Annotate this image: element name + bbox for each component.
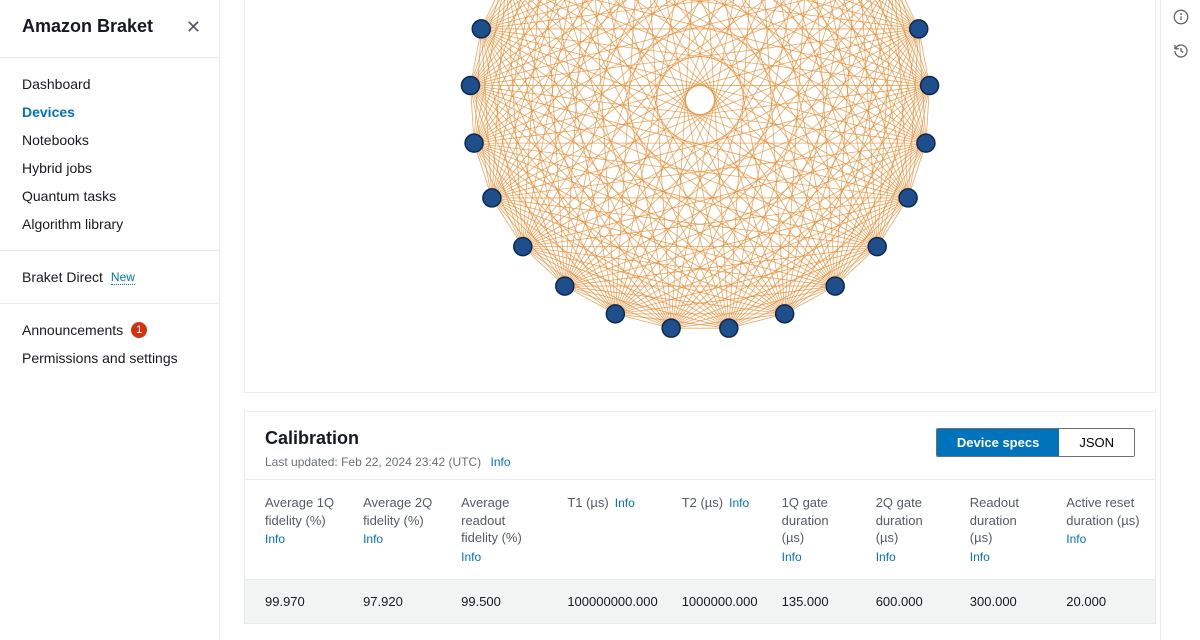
qubit-node[interactable] (868, 238, 886, 256)
qubit-node[interactable] (917, 134, 935, 152)
info-link[interactable]: Info (363, 531, 437, 547)
info-link[interactable]: Info (729, 496, 749, 510)
table-cell: 1000000.000 (670, 580, 770, 624)
table-header: Average 2Q fidelity (%) Info (351, 480, 449, 580)
main-content: Calibration Last updated: Feb 22, 2024 2… (220, 0, 1160, 640)
qubit-node[interactable] (776, 305, 794, 323)
sidebar-item-devices[interactable]: Devices (0, 98, 219, 126)
qubit-node[interactable] (465, 134, 483, 152)
sidebar-item-algorithm-library[interactable]: Algorithm library (0, 210, 219, 238)
sidebar-item-braket-direct[interactable]: Braket Direct New (0, 263, 219, 291)
view-toggle: Device specs JSON (936, 428, 1135, 457)
table-header-label: Average 1Q fidelity (%) (265, 495, 334, 528)
table-header-label: 1Q gate duration (µs) (782, 495, 829, 545)
new-badge: New (111, 270, 135, 285)
table-header-label: T2 (µs) (682, 495, 723, 510)
qubit-node[interactable] (826, 277, 844, 295)
table-header: T2 (µs) Info (670, 480, 770, 580)
nav-main: Dashboard Devices Notebooks Hybrid jobs … (0, 66, 219, 242)
table-row: 99.97097.92099.500100000000.0001000000.0… (245, 580, 1155, 624)
info-link[interactable]: Info (782, 549, 852, 565)
sidebar-item-label: Notebooks (22, 132, 89, 148)
table-header: T1 (µs) Info (555, 480, 669, 580)
calibration-table: Average 1Q fidelity (%)InfoAverage 2Q fi… (245, 479, 1155, 623)
qubit-node[interactable] (910, 20, 928, 38)
table-cell: 20.000 (1054, 580, 1155, 624)
toggle-device-specs[interactable]: Device specs (937, 429, 1059, 456)
sidebar-item-permissions[interactable]: Permissions and settings (0, 344, 219, 372)
sidebar-item-announcements[interactable]: Announcements 1 (0, 316, 219, 344)
table-header: Average 1Q fidelity (%) Info (245, 480, 351, 580)
info-link[interactable]: Info (461, 549, 543, 565)
qubit-node[interactable] (662, 319, 680, 337)
table-header-label: T1 (µs) (567, 495, 608, 510)
qubit-node[interactable] (921, 77, 939, 95)
sidebar: Amazon Braket ✕ Dashboard Devices Notebo… (0, 0, 220, 640)
qubit-node[interactable] (514, 238, 532, 256)
table-header: 1Q gate duration (µs) Info (770, 480, 864, 580)
table-cell: 135.000 (770, 580, 864, 624)
sidebar-item-label: Dashboard (22, 76, 91, 92)
table-header: Active reset duration (µs) Info (1054, 480, 1155, 580)
table-header-label: Readout duration (µs) (970, 495, 1019, 545)
sidebar-item-label: Hybrid jobs (22, 160, 92, 176)
qubit-node[interactable] (556, 277, 574, 295)
info-link[interactable]: Info (876, 549, 946, 565)
table-cell: 600.000 (864, 580, 958, 624)
calibration-panel: Calibration Last updated: Feb 22, 2024 2… (244, 411, 1156, 624)
table-cell: 97.920 (351, 580, 449, 624)
sidebar-item-label: Algorithm library (22, 216, 123, 232)
qubit-node[interactable] (899, 189, 917, 207)
table-header-row: Average 1Q fidelity (%)InfoAverage 2Q fi… (245, 480, 1155, 580)
close-sidebar-icon[interactable]: ✕ (186, 18, 201, 36)
table-header-label: 2Q gate duration (µs) (876, 495, 923, 545)
qubit-node[interactable] (606, 305, 624, 323)
qubit-node[interactable] (720, 319, 738, 337)
table-cell: 99.500 (449, 580, 555, 624)
sidebar-item-label: Quantum tasks (22, 188, 116, 204)
toggle-json[interactable]: JSON (1059, 429, 1134, 456)
table-cell: 100000000.000 (555, 580, 669, 624)
connectivity-graph-panel (244, 0, 1156, 393)
sidebar-item-label: Devices (22, 104, 75, 120)
calibration-last-updated: Last updated: Feb 22, 2024 23:42 (UTC) I… (265, 455, 511, 469)
table-cell: 99.970 (245, 580, 351, 624)
sidebar-title: Amazon Braket (22, 16, 153, 37)
info-link[interactable]: Info (1066, 531, 1143, 547)
info-icon[interactable] (1172, 8, 1190, 26)
sidebar-item-label: Permissions and settings (22, 350, 178, 366)
info-link[interactable]: Info (970, 549, 1042, 565)
table-header-label: Average 2Q fidelity (%) (363, 495, 432, 528)
qubit-node[interactable] (472, 20, 490, 38)
qubit-node[interactable] (461, 77, 479, 95)
sidebar-item-label: Announcements (22, 322, 123, 338)
info-link[interactable]: Info (615, 496, 635, 510)
qubit-connectivity-graph (400, 0, 1000, 393)
info-link[interactable]: Info (490, 455, 510, 469)
count-badge: 1 (131, 322, 147, 338)
sidebar-item-notebooks[interactable]: Notebooks (0, 126, 219, 154)
history-icon[interactable] (1172, 42, 1190, 60)
info-link[interactable]: Info (265, 531, 339, 547)
sidebar-item-hybrid-jobs[interactable]: Hybrid jobs (0, 154, 219, 182)
sidebar-item-label: Braket Direct (22, 269, 103, 285)
table-header: Readout duration (µs) Info (958, 480, 1054, 580)
table-header: 2Q gate duration (µs) Info (864, 480, 958, 580)
table-cell: 300.000 (958, 580, 1054, 624)
table-header-label: Average readout fidelity (%) (461, 495, 522, 545)
sidebar-item-dashboard[interactable]: Dashboard (0, 70, 219, 98)
table-header: Average readout fidelity (%) Info (449, 480, 555, 580)
sidebar-item-quantum-tasks[interactable]: Quantum tasks (0, 182, 219, 210)
right-utility-rail (1160, 0, 1200, 640)
calibration-title: Calibration (265, 428, 511, 449)
table-header-label: Active reset duration (µs) (1066, 495, 1139, 528)
qubit-node[interactable] (483, 189, 501, 207)
